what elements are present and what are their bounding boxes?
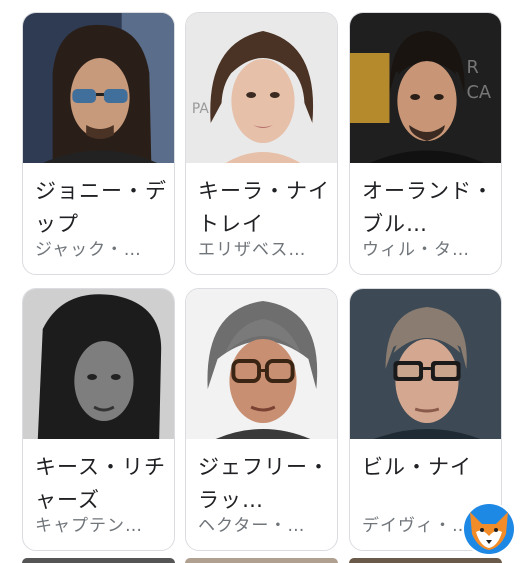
actor-name: ジョニー・デップ (35, 179, 167, 236)
character-name: エリザベス… (198, 240, 307, 260)
cast-card-4[interactable]: キース・リチャーズ キャプテン… (22, 288, 175, 551)
next-row-card-edge (349, 558, 502, 563)
cast-grid: ジョニー・デップ ジャック・… PA キーラ・ナイトレイ エリザベス… R CA… (0, 0, 525, 563)
actor-photo (23, 13, 174, 163)
actor-name: ビル・ナイ (362, 455, 472, 479)
actor-photo (350, 289, 501, 439)
character-name: キャプテン… (35, 516, 143, 536)
actor-name: キース・リチャーズ (35, 455, 166, 512)
actor-photo (23, 289, 174, 439)
actor-photo (186, 289, 337, 439)
character-name: ヘクター・… (198, 516, 306, 536)
fox-logo-icon (460, 500, 518, 558)
svg-text:CA: CA (466, 82, 491, 103)
actor-name: ジェフリー・ラッ… (198, 455, 330, 512)
cast-card-5[interactable]: ジェフリー・ラッ… ヘクター・… (185, 288, 338, 551)
actor-name: オーランド・ブル… (362, 179, 494, 236)
character-name: ウィル・タ… (362, 240, 470, 260)
cast-card-2[interactable]: PA キーラ・ナイトレイ エリザベス… (185, 12, 338, 275)
cast-card-3[interactable]: R CA オーランド・ブル… ウィル・タ… (349, 12, 502, 275)
svg-text:PA: PA (192, 101, 209, 117)
actor-photo: PA (186, 13, 337, 163)
character-name: ジャック・… (35, 240, 142, 260)
cast-card-1[interactable]: ジョニー・デップ ジャック・… (22, 12, 175, 275)
next-row-card-edge (185, 558, 338, 563)
svg-text:R: R (466, 57, 478, 78)
actor-photo: R CA (350, 13, 501, 163)
actor-name: キーラ・ナイトレイ (198, 179, 330, 236)
next-row-card-edge (22, 558, 175, 563)
